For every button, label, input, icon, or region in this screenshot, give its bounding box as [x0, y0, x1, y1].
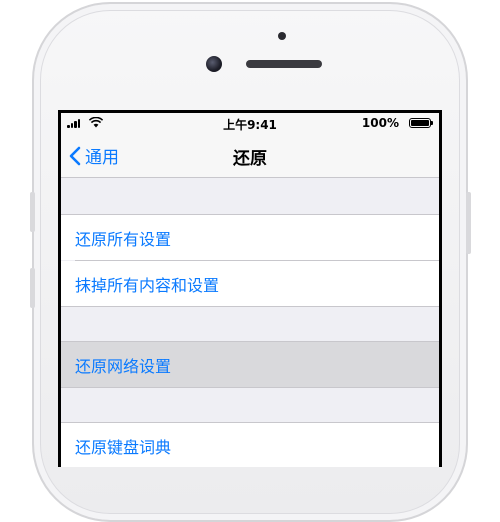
earpiece-speaker: [246, 60, 322, 68]
power-button: [466, 192, 471, 254]
page-title: 还原: [233, 149, 267, 169]
reset-keyboard-dictionary-row[interactable]: 还原键盘词典: [61, 423, 439, 467]
erase-all-content-row[interactable]: 抹掉所有内容和设置: [61, 261, 439, 306]
status-bar: 上午9:41 100%: [61, 113, 439, 133]
battery-icon: [409, 118, 433, 128]
row-label: 还原键盘词典: [75, 437, 172, 457]
reset-network-settings-row[interactable]: 还原网络设置: [61, 342, 439, 387]
divider: [61, 306, 439, 307]
proximity-sensor: [278, 32, 286, 40]
front-camera: [206, 56, 222, 72]
divider: [61, 387, 439, 388]
navigation-bar: 通用 还原: [61, 133, 439, 178]
volume-button: [30, 192, 35, 232]
battery-percent: 100%: [361, 116, 399, 130]
phone-screen: 上午9:41 100% 通用 还原 还原所有设置 抹掉所有内容和设置 还原网络设…: [58, 110, 442, 467]
reset-all-settings-row[interactable]: 还原所有设置: [61, 215, 439, 260]
row-label: 还原网络设置: [75, 356, 172, 376]
row-label: 抹掉所有内容和设置: [75, 275, 220, 295]
volume-button: [30, 268, 35, 308]
row-label: 还原所有设置: [75, 229, 172, 249]
settings-display: 上午9:41 100% 通用 还原 还原所有设置 抹掉所有内容和设置 还原网络设…: [61, 113, 439, 467]
